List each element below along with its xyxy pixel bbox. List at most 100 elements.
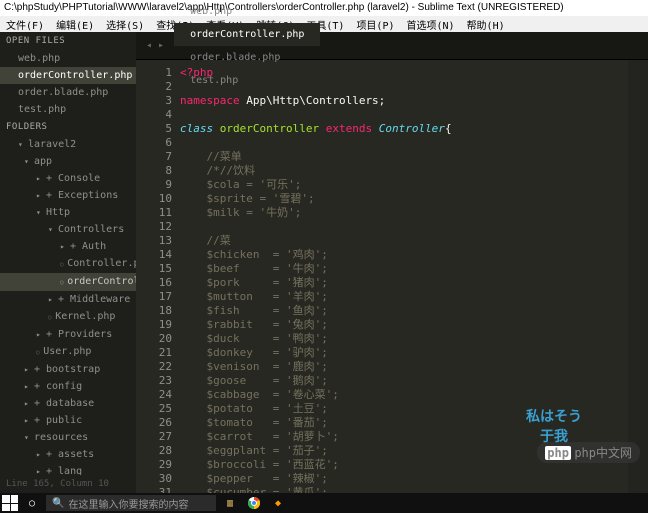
line-number: 27 <box>136 430 172 444</box>
folder-item[interactable]: + Providers <box>0 326 136 343</box>
line-number: 5 <box>136 122 172 136</box>
line-number: 6 <box>136 136 172 150</box>
folder-item[interactable]: + Exceptions <box>0 187 136 204</box>
folders-header: FOLDERS <box>0 118 136 136</box>
line-number: 21 <box>136 346 172 360</box>
editor-tab[interactable]: orderController.php <box>174 23 320 46</box>
open-file-item[interactable]: test.php <box>0 101 136 118</box>
line-number: 26 <box>136 416 172 430</box>
line-number: 17 <box>136 290 172 304</box>
folder-item[interactable]: + config <box>0 378 136 395</box>
menubar: 文件(F)编辑(E)选择(S)查找(I)查看(V)跳转(G)工具(T)项目(P)… <box>0 16 648 32</box>
code-line[interactable] <box>180 80 628 94</box>
code-line[interactable]: $cucumber = '黄瓜'; <box>180 486 628 493</box>
code-line[interactable]: $goose = '鹅肉'; <box>180 374 628 388</box>
folder-item[interactable]: + Auth <box>0 238 136 255</box>
line-number: 12 <box>136 220 172 234</box>
overlay-text: 私はそう 于我 <box>526 406 582 446</box>
line-number: 18 <box>136 304 172 318</box>
menu-item[interactable]: 选择(S) <box>100 16 150 32</box>
line-number: 23 <box>136 374 172 388</box>
code-line[interactable]: <?php <box>180 66 628 80</box>
folder-item[interactable]: Controllers <box>0 221 136 238</box>
code-line[interactable]: /*//饮料 <box>180 164 628 178</box>
line-number: 15 <box>136 262 172 276</box>
code-line[interactable]: $sprite = '雪碧'; <box>180 192 628 206</box>
file-item[interactable]: Kernel.php <box>0 308 136 326</box>
code-line[interactable]: $cola = '可乐'; <box>180 178 628 192</box>
code-line[interactable]: $venison = '鹿肉'; <box>180 360 628 374</box>
file-explorer-icon[interactable]: ▥ <box>220 495 240 511</box>
line-number: 24 <box>136 388 172 402</box>
overlay-line1: 私はそう <box>526 406 582 426</box>
file-item[interactable]: Controller.php <box>0 255 136 273</box>
chrome-icon[interactable] <box>244 495 264 511</box>
window-titlebar: C:\phpStudy\PHPTutorial\WWW\laravel2\app… <box>0 0 648 16</box>
open-file-item[interactable]: orderController.php <box>0 67 136 84</box>
start-button[interactable] <box>2 495 18 511</box>
editor-tab[interactable]: web.php <box>174 0 320 23</box>
code-line[interactable]: $milk = '牛奶'; <box>180 206 628 220</box>
folder-item[interactable]: + database <box>0 395 136 412</box>
sidebar-status: Line 165, Column 10 <box>0 475 136 493</box>
code-line[interactable] <box>180 108 628 122</box>
line-number: 10 <box>136 192 172 206</box>
code-line[interactable]: $pepper = '辣椒'; <box>180 472 628 486</box>
code-line[interactable]: $rabbit = '兔肉'; <box>180 318 628 332</box>
folder-item[interactable]: + Console <box>0 170 136 187</box>
menu-item[interactable]: 文件(F) <box>0 16 50 32</box>
gutter: 1234567891011121314151617181920212223242… <box>136 60 180 493</box>
folder-item[interactable]: + Middleware <box>0 291 136 308</box>
file-item[interactable]: orderController.php <box>0 273 136 291</box>
code-line[interactable]: $mutton = '羊肉'; <box>180 290 628 304</box>
code-line[interactable]: $cabbage = '卷心菜'; <box>180 388 628 402</box>
code-line[interactable]: //菜单 <box>180 150 628 164</box>
code-line[interactable] <box>180 220 628 234</box>
line-number: 25 <box>136 402 172 416</box>
open-files-header: OPEN FILES <box>0 32 136 50</box>
cortana-icon[interactable]: ○ <box>22 495 42 511</box>
folder-item[interactable]: app <box>0 153 136 170</box>
open-file-item[interactable]: order.blade.php <box>0 84 136 101</box>
sublime-icon[interactable]: ◆ <box>268 495 288 511</box>
menu-item[interactable]: 编辑(E) <box>50 16 100 32</box>
line-number: 22 <box>136 360 172 374</box>
code-line[interactable]: $fish = '鱼肉'; <box>180 304 628 318</box>
code-line[interactable]: $donkey = '驴肉'; <box>180 346 628 360</box>
menu-item[interactable]: 首选项(N) <box>401 16 461 32</box>
folder-item[interactable]: + assets <box>0 446 136 463</box>
line-number: 30 <box>136 472 172 486</box>
folder-item[interactable]: + bootstrap <box>0 361 136 378</box>
main-area: OPEN FILES web.phporderController.phpord… <box>0 32 648 493</box>
watermark: php php中文网 <box>537 442 640 463</box>
line-number: 7 <box>136 150 172 164</box>
menu-item[interactable]: 项目(P) <box>350 16 400 32</box>
menu-item[interactable]: 帮助(H) <box>461 16 511 32</box>
sidebar: OPEN FILES web.phporderController.phpord… <box>0 32 136 493</box>
line-number: 14 <box>136 248 172 262</box>
open-file-item[interactable]: web.php <box>0 50 136 67</box>
folder-item[interactable]: resources <box>0 429 136 446</box>
line-number: 13 <box>136 234 172 248</box>
tabbar: ◂ ▸ web.phporderController.phporder.blad… <box>136 32 648 60</box>
windows-taskbar: ○ 🔍 在这里输入你要搜索的内容 ▥ ◆ <box>0 493 648 513</box>
code-line[interactable]: $beef = '牛肉'; <box>180 262 628 276</box>
line-number: 9 <box>136 178 172 192</box>
code-line[interactable]: class orderController extends Controller… <box>180 122 628 136</box>
editor: ◂ ▸ web.phporderController.phporder.blad… <box>136 32 648 493</box>
file-item[interactable]: User.php <box>0 343 136 361</box>
folder-item[interactable]: laravel2 <box>0 136 136 153</box>
code-line[interactable]: //菜 <box>180 234 628 248</box>
code-line[interactable]: $chicken = '鸡肉'; <box>180 248 628 262</box>
code-line[interactable]: $duck = '鸭肉'; <box>180 332 628 346</box>
minimap[interactable] <box>628 60 648 493</box>
line-number: 28 <box>136 444 172 458</box>
folder-item[interactable]: + public <box>0 412 136 429</box>
code-line[interactable]: $pork = '猪肉'; <box>180 276 628 290</box>
code-line[interactable] <box>180 136 628 150</box>
taskbar-search[interactable]: 🔍 在这里输入你要搜索的内容 <box>46 495 216 511</box>
tabbar-arrows[interactable]: ◂ ▸ <box>136 40 174 51</box>
line-number: 19 <box>136 318 172 332</box>
folder-item[interactable]: Http <box>0 204 136 221</box>
code-line[interactable]: namespace App\Http\Controllers; <box>180 94 628 108</box>
